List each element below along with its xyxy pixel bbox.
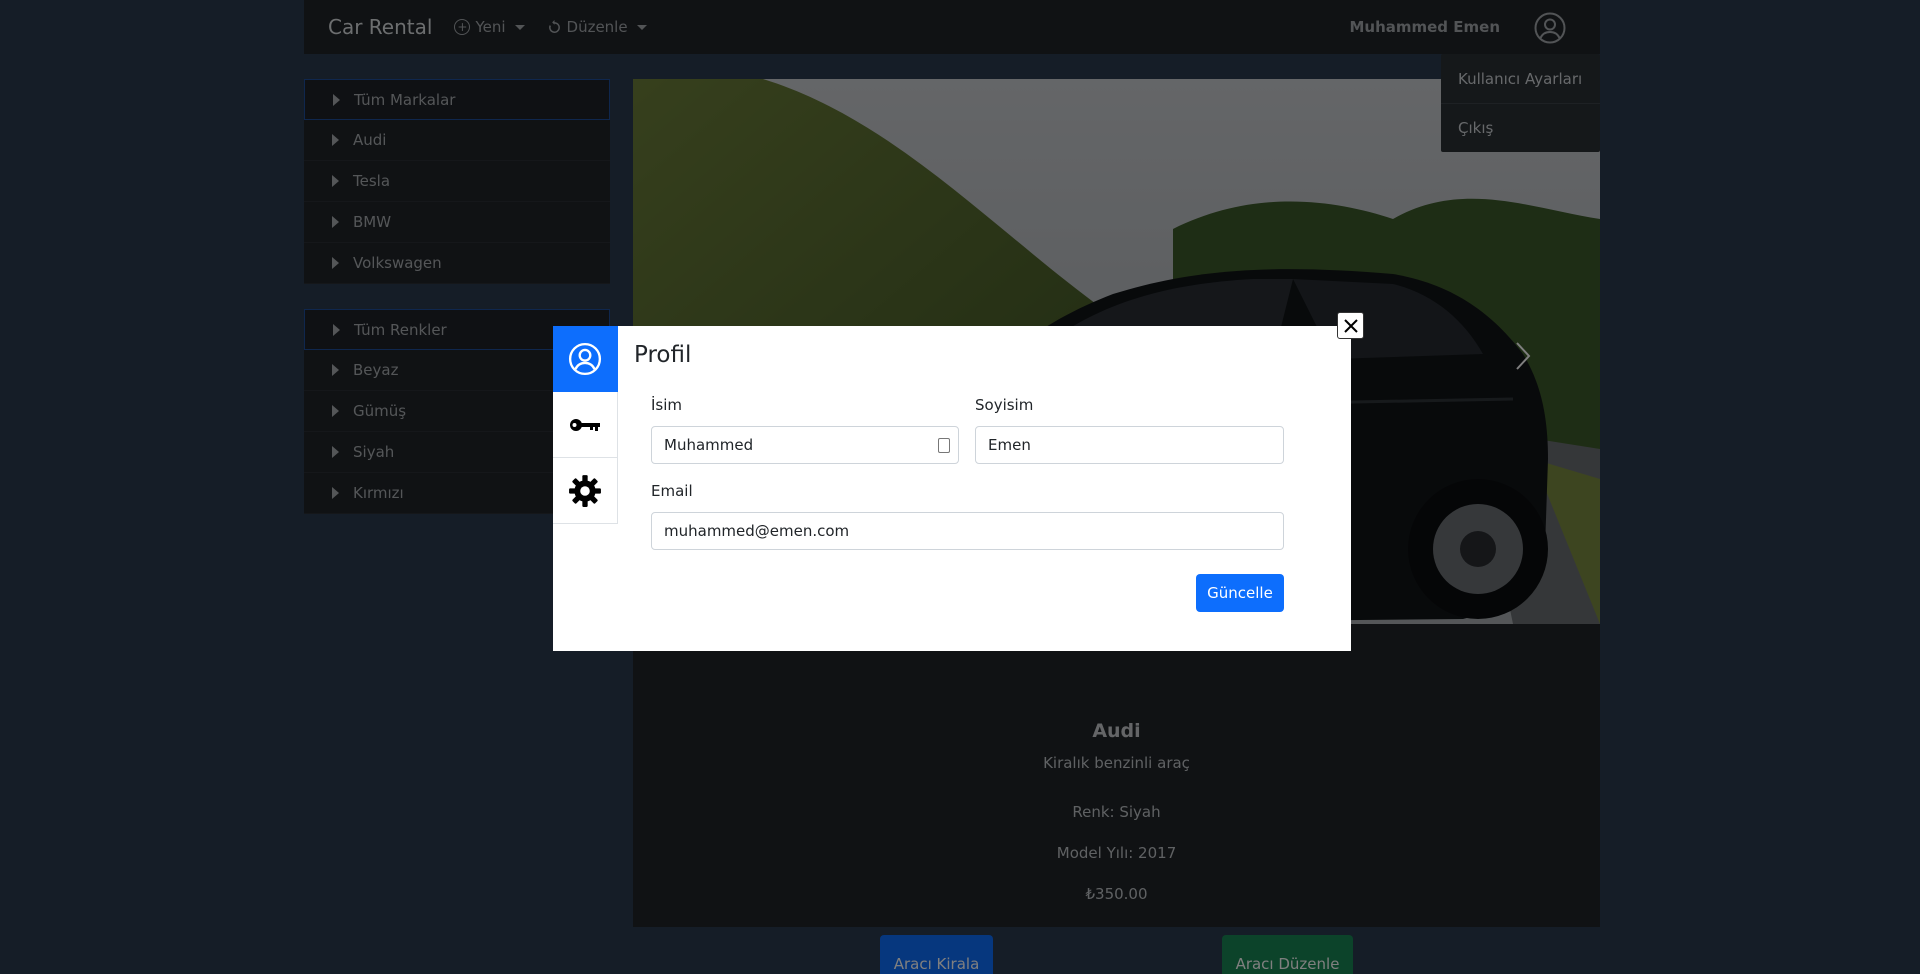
gear-icon — [569, 474, 601, 507]
first-name-field[interactable]: Muhammed — [651, 426, 959, 464]
tab-settings[interactable] — [553, 458, 618, 524]
modal-title: Profil — [634, 342, 692, 368]
close-button[interactable] — [1337, 312, 1364, 339]
user-circle-icon — [568, 342, 602, 375]
modal-tab-list — [553, 326, 618, 524]
tab-profile[interactable] — [553, 326, 618, 392]
tab-password[interactable] — [553, 392, 618, 458]
email-field[interactable]: muhammed@emen.com — [651, 512, 1284, 550]
first-name-label: İsim — [651, 396, 683, 414]
key-icon — [570, 418, 600, 431]
profile-modal: Profil İsim Muhammed Soyisim Emen Email … — [553, 312, 1364, 651]
last-name-label: Soyisim — [975, 396, 1034, 414]
email-value: muhammed@emen.com — [664, 522, 850, 540]
email-label: Email — [651, 482, 693, 500]
close-icon — [1343, 318, 1358, 333]
first-name-value: Muhammed — [664, 436, 754, 454]
update-button[interactable]: Güncelle — [1196, 574, 1284, 612]
autofill-contact-icon[interactable] — [938, 438, 950, 453]
last-name-value: Emen — [988, 436, 1031, 454]
last-name-field[interactable]: Emen — [975, 426, 1284, 464]
